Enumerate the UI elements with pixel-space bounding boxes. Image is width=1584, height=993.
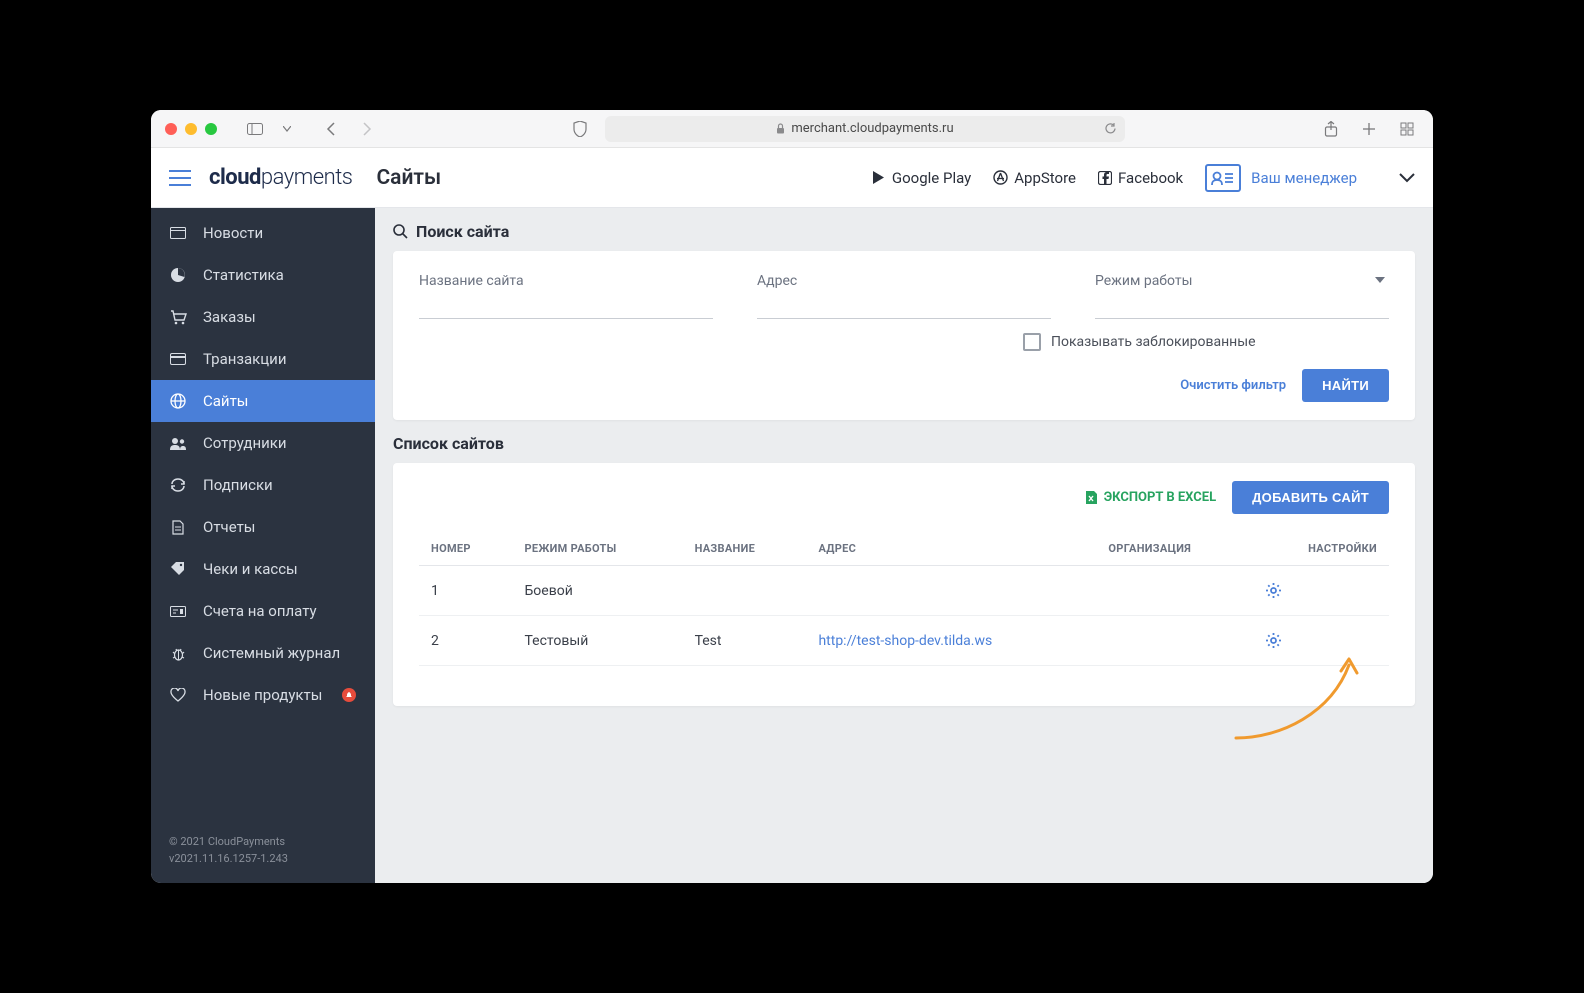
sidebar-item-receipts[interactable]: Чеки и кассы [151,548,375,590]
address-bar[interactable]: merchant.cloudpayments.ru [605,116,1125,142]
privacy-shield-icon[interactable] [573,121,587,137]
sidebar-item-subscriptions[interactable]: Подписки [151,464,375,506]
sidebar-item-label: Сайты [203,392,248,410]
table-row: 2 Тестовый Test http://test-shop-dev.til… [419,616,1389,666]
address-label: Адрес [757,273,1051,289]
tag-icon [169,561,187,577]
footer-version: v2021.11.16.1257-1.243 [169,851,357,868]
window-minimize-button[interactable] [185,123,197,135]
manager-card-icon [1205,164,1241,192]
forward-button[interactable] [355,117,379,141]
col-mode: РЕЖИМ РАБОТЫ [512,532,682,566]
sites-table: НОМЕР РЕЖИМ РАБОТЫ НАЗВАНИЕ АДРЕС ОРГАНИ… [419,532,1389,666]
mode-label: Режим работы [1095,273,1389,289]
col-address: АДРЕС [806,532,1096,566]
sidebar-toggle-icon[interactable] [243,117,267,141]
play-icon [872,170,886,185]
cart-icon [169,310,187,325]
link-google-play[interactable]: Google Play [872,169,971,187]
sidebar-item-sites[interactable]: Сайты [151,380,375,422]
sidebar-item-statistics[interactable]: Статистика [151,254,375,296]
sidebar-item-label: Заказы [203,308,256,326]
sidebar-item-invoices[interactable]: Счета на оплату [151,590,375,632]
dropdown-chevron-icon[interactable] [275,117,299,141]
appstore-icon [993,170,1008,185]
sidebar-item-reports[interactable]: Отчеты [151,506,375,548]
sidebar-item-new-products[interactable]: Новые продукты [151,674,375,716]
page-title: Сайты [376,166,441,190]
users-icon [169,437,187,450]
search-icon [393,224,408,239]
sidebar-item-label: Новости [203,224,263,242]
table-row: 1 Боевой [419,566,1389,616]
back-button[interactable] [319,117,343,141]
news-icon [169,227,187,239]
sidebar-item-label: Отчеты [203,518,255,536]
document-icon [169,520,187,535]
excel-icon [1085,490,1098,505]
bug-icon [169,646,187,661]
reload-icon[interactable] [1104,122,1117,135]
sidebar-item-label: Счета на оплату [203,602,317,620]
sidebar-item-label: Транзакции [203,350,286,368]
tabs-overview-icon[interactable] [1395,117,1419,141]
settings-gear-icon[interactable] [1265,582,1377,599]
search-section-title: Поиск сайта [416,222,509,241]
find-button[interactable]: НАЙТИ [1302,369,1389,402]
menu-toggle-button[interactable] [169,170,191,186]
invoice-icon [169,606,187,617]
site-name-label: Название сайта [419,273,713,289]
show-blocked-checkbox[interactable] [1023,333,1041,351]
clear-filter-button[interactable]: Очистить фильтр [1180,378,1286,393]
add-site-button[interactable]: ДОБАВИТЬ САЙТ [1232,481,1389,514]
sidebar-item-label: Чеки и кассы [203,560,298,578]
settings-gear-icon[interactable] [1265,632,1377,649]
sidebar-item-employees[interactable]: Сотрудники [151,422,375,464]
lock-icon [776,123,785,134]
list-section-title: Список сайтов [393,434,504,453]
sidebar-item-label: Системный журнал [203,644,340,662]
header-expand-button[interactable] [1399,173,1415,183]
globe-icon [169,393,187,409]
new-tab-icon[interactable] [1357,117,1381,141]
sidebar-item-label: Сотрудники [203,434,287,452]
refresh-icon [169,478,187,492]
sidebar-item-news[interactable]: Новости [151,212,375,254]
sidebar-item-label: Новые продукты [203,686,322,704]
col-number: НОМЕР [419,532,512,566]
card-icon [169,353,187,365]
logo[interactable]: cloudpayments [209,165,352,190]
sidebar-item-label: Подписки [203,476,273,494]
notification-badge [342,688,356,702]
window-close-button[interactable] [165,123,177,135]
col-org: ОРГАНИЗАЦИЯ [1096,532,1252,566]
sidebar-item-orders[interactable]: Заказы [151,296,375,338]
export-excel-button[interactable]: ЭКСПОРТ В EXCEL [1085,490,1216,505]
address-input[interactable]: Адрес [757,273,1051,319]
chart-icon [169,267,187,283]
sidebar-item-syslog[interactable]: Системный журнал [151,632,375,674]
footer-copyright: © 2021 CloudPayments [169,834,357,851]
window-maximize-button[interactable] [205,123,217,135]
mode-select[interactable]: Режим работы [1095,273,1389,319]
sidebar-item-transactions[interactable]: Транзакции [151,338,375,380]
col-name: НАЗВАНИЕ [683,532,807,566]
link-appstore[interactable]: AppStore [993,169,1076,187]
heart-icon [169,688,187,702]
link-facebook[interactable]: Facebook [1098,169,1183,187]
site-address-link[interactable]: http://test-shop-dev.tilda.ws [818,633,992,649]
col-settings: НАСТРОЙКИ [1253,532,1389,566]
share-icon[interactable] [1319,117,1343,141]
sidebar: Новости Статистика Заказы Транзакции [151,208,375,883]
manager-button[interactable]: Ваш менеджер [1205,164,1357,192]
url-text: merchant.cloudpayments.ru [791,121,953,136]
show-blocked-label: Показывать заблокированные [1051,334,1256,350]
chevron-down-icon [1375,277,1385,283]
sidebar-item-label: Статистика [203,266,284,284]
site-name-input[interactable]: Название сайта [419,273,713,319]
facebook-icon [1098,171,1112,185]
